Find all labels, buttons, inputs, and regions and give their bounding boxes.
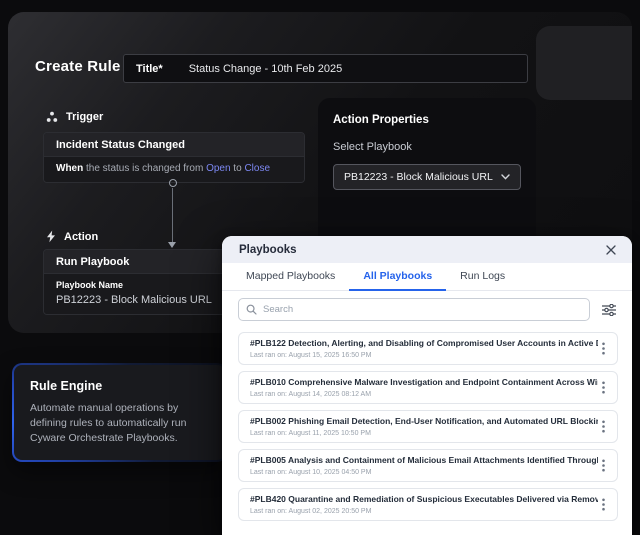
trigger-label-text: Trigger: [66, 111, 103, 123]
close-icon: [606, 245, 616, 255]
item-menu-button[interactable]: [598, 379, 609, 396]
trigger-condition: When the status is changed from Open to …: [56, 163, 292, 174]
status-open-link[interactable]: Open: [206, 163, 230, 174]
search-icon: [246, 304, 257, 315]
playbook-item-text: #PLB005 Analysis and Containment of Mali…: [250, 455, 598, 476]
trigger-nodes-icon: [46, 111, 58, 123]
page-title: Create Rule: [35, 58, 121, 75]
playbook-last-ran: Last ran on: August 11, 2025 10:50 PM: [250, 430, 598, 437]
rule-engine-title: Rule Engine: [30, 379, 209, 393]
playbook-title: #PLB010 Comprehensive Malware Investigat…: [250, 377, 598, 387]
condition-to: to: [231, 163, 245, 174]
item-menu-button[interactable]: [598, 340, 609, 357]
rule-engine-description: Automate manual operations by defining r…: [30, 401, 208, 447]
rule-title-field[interactable]: Title* Status Change - 10th Feb 2025: [123, 54, 528, 83]
action-label-text: Action: [64, 231, 98, 243]
playbook-last-ran: Last ran on: August 14, 2025 08:12 AM: [250, 391, 598, 398]
playbook-title: #PLB005 Analysis and Containment of Mali…: [250, 455, 598, 465]
connector-node-circle: [169, 179, 177, 187]
playbook-item-text: #PLB122 Detection, Alerting, and Disabli…: [250, 338, 598, 359]
search-field-wrap: [238, 298, 590, 321]
condition-when: When: [56, 163, 83, 174]
trigger-section-label: Trigger: [46, 111, 103, 123]
rule-title-label: Title*: [136, 63, 163, 75]
playbook-title: #PLB002 Phishing Email Detection, End-Us…: [250, 416, 598, 426]
playbook-select-dropdown[interactable]: PB12223 - Block Malicious URL: [333, 164, 521, 190]
playbook-item-text: #PLB420 Quarantine and Remediation of Su…: [250, 494, 598, 515]
item-menu-button[interactable]: [598, 418, 609, 435]
filter-sliders-icon: [602, 304, 616, 316]
playbook-last-ran: Last ran on: August 02, 2025 20:50 PM: [250, 508, 598, 515]
action-properties-title: Action Properties: [333, 114, 521, 126]
kebab-menu-icon: [602, 498, 605, 511]
trigger-card[interactable]: Incident Status Changed When the status …: [43, 132, 305, 183]
connector-arrowhead-icon: [168, 242, 176, 248]
playbook-list-item[interactable]: #PLB122 Detection, Alerting, and Disabli…: [238, 332, 618, 365]
search-input[interactable]: [238, 298, 590, 321]
playbooks-tab-bar: Mapped PlaybooksAll PlaybooksRun Logs: [222, 263, 632, 291]
rule-engine-card: Rule Engine Automate manual operations b…: [12, 363, 227, 462]
tab-mapped-playbooks[interactable]: Mapped Playbooks: [232, 263, 349, 291]
create-rule-screen: Create Rule Title* Status Change - 10th …: [0, 0, 640, 535]
playbook-last-ran: Last ran on: August 15, 2025 16:50 PM: [250, 352, 598, 359]
item-menu-button[interactable]: [598, 496, 609, 513]
playbook-item-text: #PLB010 Comprehensive Malware Investigat…: [250, 377, 598, 398]
decorative-corner-panel: [536, 26, 632, 100]
kebab-menu-icon: [602, 459, 605, 472]
search-row: [222, 291, 632, 325]
filter-button[interactable]: [600, 302, 618, 318]
playbook-title: #PLB122 Detection, Alerting, and Disabli…: [250, 338, 598, 348]
connector-line: [172, 188, 173, 242]
action-section-label: Action: [46, 230, 98, 243]
lightning-bolt-icon: [46, 230, 56, 243]
condition-middle: the status is changed from: [83, 163, 206, 174]
rule-title-value[interactable]: Status Change - 10th Feb 2025: [189, 63, 343, 75]
tab-run-logs[interactable]: Run Logs: [446, 263, 519, 291]
playbook-select-value: PB12223 - Block Malicious URL: [344, 171, 493, 183]
playbook-list-item[interactable]: #PLB010 Comprehensive Malware Investigat…: [238, 371, 618, 404]
item-menu-button[interactable]: [598, 457, 609, 474]
select-playbook-label: Select Playbook: [333, 141, 521, 153]
status-close-link[interactable]: Close: [244, 163, 270, 174]
playbook-list-item[interactable]: #PLB005 Analysis and Containment of Mali…: [238, 449, 618, 482]
close-button[interactable]: [604, 243, 618, 257]
playbook-title: #PLB420 Quarantine and Remediation of Su…: [250, 494, 598, 504]
trigger-card-title[interactable]: Incident Status Changed: [44, 133, 304, 157]
kebab-menu-icon: [602, 420, 605, 433]
playbook-list: #PLB122 Detection, Alerting, and Disabli…: [222, 325, 632, 521]
playbook-list-item[interactable]: #PLB420 Quarantine and Remediation of Su…: [238, 488, 618, 521]
modal-title: Playbooks: [239, 244, 297, 256]
kebab-menu-icon: [602, 381, 605, 394]
playbook-last-ran: Last ran on: August 10, 2025 04:50 PM: [250, 469, 598, 476]
tab-all-playbooks[interactable]: All Playbooks: [349, 263, 446, 291]
kebab-menu-icon: [602, 342, 605, 355]
playbook-item-text: #PLB002 Phishing Email Detection, End-Us…: [250, 416, 598, 437]
modal-header: Playbooks: [222, 236, 632, 263]
playbooks-modal: Playbooks Mapped PlaybooksAll PlaybooksR…: [222, 236, 632, 535]
chevron-down-icon: [501, 174, 510, 180]
playbook-list-item[interactable]: #PLB002 Phishing Email Detection, End-Us…: [238, 410, 618, 443]
